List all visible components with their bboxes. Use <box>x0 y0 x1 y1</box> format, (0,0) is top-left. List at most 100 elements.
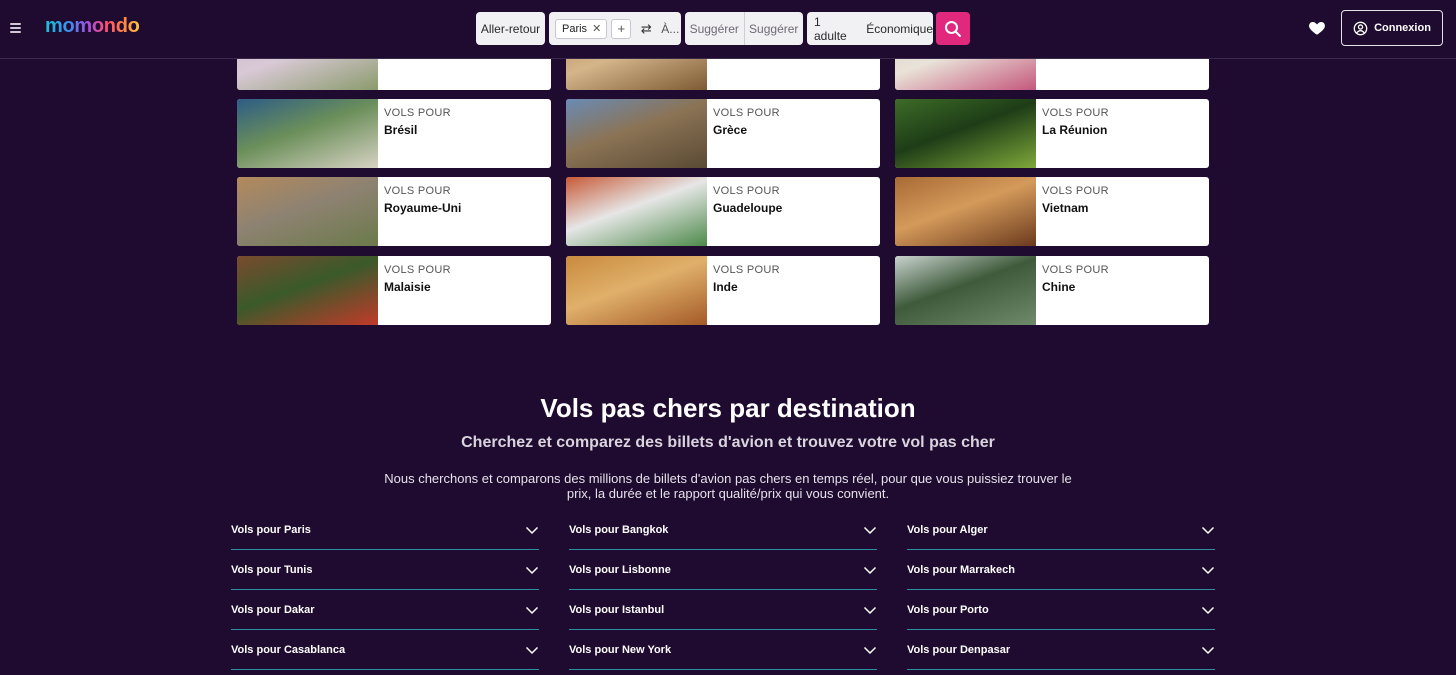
section-title: Vols pas chers par destination <box>540 393 916 423</box>
destination-accordion-item[interactable]: Vols pour Marrakech <box>907 550 1215 590</box>
destination-card[interactable]: VOLS POUR Brésil <box>237 99 551 168</box>
chevron-down-icon <box>1201 526 1215 534</box>
card-country: Grèce <box>713 123 748 137</box>
destination-link-label: Vols pour Alger <box>907 523 988 536</box>
destination-accordion-item[interactable]: Vols pour Tunis <box>231 550 539 590</box>
card-kicker: VOLS POUR <box>713 185 780 197</box>
destination-link-label: Vols pour Bangkok <box>569 523 669 536</box>
destination-card[interactable]: VOLS POUR Malaisie <box>237 256 551 325</box>
hamburger-menu-icon[interactable] <box>10 21 24 35</box>
momondo-logo[interactable]: momondo <box>45 15 140 38</box>
chevron-down-icon <box>863 606 877 614</box>
origin-chip[interactable]: Paris ✕ <box>555 18 608 39</box>
destination-accordion-item[interactable]: Vols pour Istanbul <box>569 590 877 630</box>
destination-accordion-item[interactable]: Vols pour Casablanca <box>231 630 539 670</box>
destination-photo <box>566 177 707 246</box>
card-country: Vietnam <box>1042 201 1089 215</box>
destination-link-label: Vols pour Paris <box>231 523 311 536</box>
departure-date[interactable]: Suggérer <box>685 22 744 36</box>
travelers-field[interactable]: 1 adulte Économique <box>807 12 933 45</box>
destination-link-label: Vols pour Casablanca <box>231 643 346 656</box>
destination-card[interactable]: VOLS POUR Chine <box>895 256 1209 325</box>
destination-photo <box>895 99 1036 168</box>
destination-photo <box>895 256 1036 325</box>
destination-card[interactable]: VOLS POUR Royaume-Uni <box>237 177 551 246</box>
destination-link-label: Vols pour Marrakech <box>907 563 1015 576</box>
section-description: Nous cherchons et comparons des millions… <box>384 471 1072 501</box>
card-kicker: VOLS POUR <box>384 107 451 119</box>
card-kicker: VOLS POUR <box>713 264 780 276</box>
destination-link-label: Vols pour Tunis <box>231 563 313 576</box>
chevron-down-icon <box>525 566 539 574</box>
card-country: Inde <box>713 280 738 294</box>
destination-input[interactable]: À... <box>661 22 679 36</box>
destination-photo <box>566 256 707 325</box>
card-kicker: VOLS POUR <box>384 185 451 197</box>
swap-icon[interactable]: ⇄ <box>635 21 657 37</box>
top-navigation-bar: momondo Aller-retour Paris ✕ + ⇄ À... Su… <box>0 0 1456 59</box>
chevron-down-icon <box>863 646 877 654</box>
card-country: Chine <box>1042 280 1076 294</box>
trip-type-select[interactable]: Aller-retour <box>476 12 545 45</box>
card-kicker: VOLS POUR <box>713 107 780 119</box>
destination-link-label: Vols pour New York <box>569 643 672 656</box>
destination-photo <box>895 177 1036 246</box>
chevron-down-icon <box>525 606 539 614</box>
destination-link-label: Vols pour Istanbul <box>569 603 665 616</box>
chevron-down-icon <box>525 646 539 654</box>
destination-accordion-item[interactable]: Vols pour New York <box>569 630 877 670</box>
chevron-down-icon <box>525 526 539 534</box>
destination-photo <box>237 256 378 325</box>
card-country: Guadeloupe <box>713 201 783 215</box>
search-icon <box>945 20 961 37</box>
destination-links-column: Vols pour Bangkok Vols pour Lisbonne Vol… <box>569 510 877 670</box>
dates-field[interactable]: Suggérer Suggérer <box>685 12 803 45</box>
destination-accordion-item[interactable]: Vols pour Denpasar <box>907 630 1215 670</box>
card-country: Malaisie <box>384 280 431 294</box>
route-field[interactable]: Paris ✕ + ⇄ À... <box>549 12 681 45</box>
search-button[interactable] <box>936 12 970 45</box>
destination-link-label: Vols pour Denpasar <box>907 643 1011 656</box>
destination-card[interactable]: VOLS POUR Grèce <box>566 99 880 168</box>
destination-card[interactable]: VOLS POUR Guadeloupe <box>566 177 880 246</box>
user-icon <box>1353 21 1368 35</box>
destination-accordion-item[interactable]: Vols pour Paris <box>231 510 539 550</box>
destination-link-label: Vols pour Lisbonne <box>569 563 671 576</box>
card-country: La Réunion <box>1042 123 1108 137</box>
card-kicker: VOLS POUR <box>1042 107 1109 119</box>
login-button[interactable]: Connexion <box>1341 10 1443 46</box>
destination-card[interactable]: VOLS POUR La Réunion <box>895 99 1209 168</box>
origin-label: Paris <box>562 22 588 35</box>
heart-icon[interactable] <box>1308 19 1326 37</box>
destination-card[interactable]: VOLS POUR Inde <box>566 256 880 325</box>
destination-links-column: Vols pour Paris Vols pour Tunis Vols pou… <box>231 510 539 670</box>
add-origin-icon[interactable]: + <box>611 18 632 39</box>
login-label: Connexion <box>1374 22 1431 34</box>
chevron-down-icon <box>1201 646 1215 654</box>
destination-accordion-item[interactable]: Vols pour Bangkok <box>569 510 877 550</box>
return-date[interactable]: Suggérer <box>744 22 803 36</box>
card-kicker: VOLS POUR <box>1042 264 1109 276</box>
card-country: Royaume-Uni <box>384 201 462 215</box>
destination-accordion-item[interactable]: Vols pour Lisbonne <box>569 550 877 590</box>
destination-accordion-item[interactable]: Vols pour Porto <box>907 590 1215 630</box>
destination-card[interactable]: VOLS POUR Vietnam <box>895 177 1209 246</box>
card-kicker: VOLS POUR <box>384 264 451 276</box>
chevron-down-icon <box>863 526 877 534</box>
destination-link-label: Vols pour Dakar <box>231 603 315 616</box>
destination-accordion-item[interactable]: Vols pour Alger <box>907 510 1215 550</box>
section-subtitle: Cherchez et comparez des billets d'avion… <box>461 434 995 451</box>
chevron-down-icon <box>1201 606 1215 614</box>
destination-link-label: Vols pour Porto <box>907 603 989 616</box>
cabin-label: Économique <box>866 21 933 36</box>
destination-photo <box>237 99 378 168</box>
destination-accordion-item[interactable]: Vols pour Dakar <box>231 590 539 630</box>
card-country: Brésil <box>384 123 418 137</box>
destination-links-column: Vols pour Alger Vols pour Marrakech Vols… <box>907 510 1215 670</box>
remove-origin-icon[interactable]: ✕ <box>592 22 601 35</box>
trip-type-label: Aller-retour <box>480 21 541 36</box>
destination-photo <box>566 99 707 168</box>
passengers-label: 1 adulte <box>814 14 847 43</box>
chevron-down-icon <box>863 566 877 574</box>
card-kicker: VOLS POUR <box>1042 185 1109 197</box>
